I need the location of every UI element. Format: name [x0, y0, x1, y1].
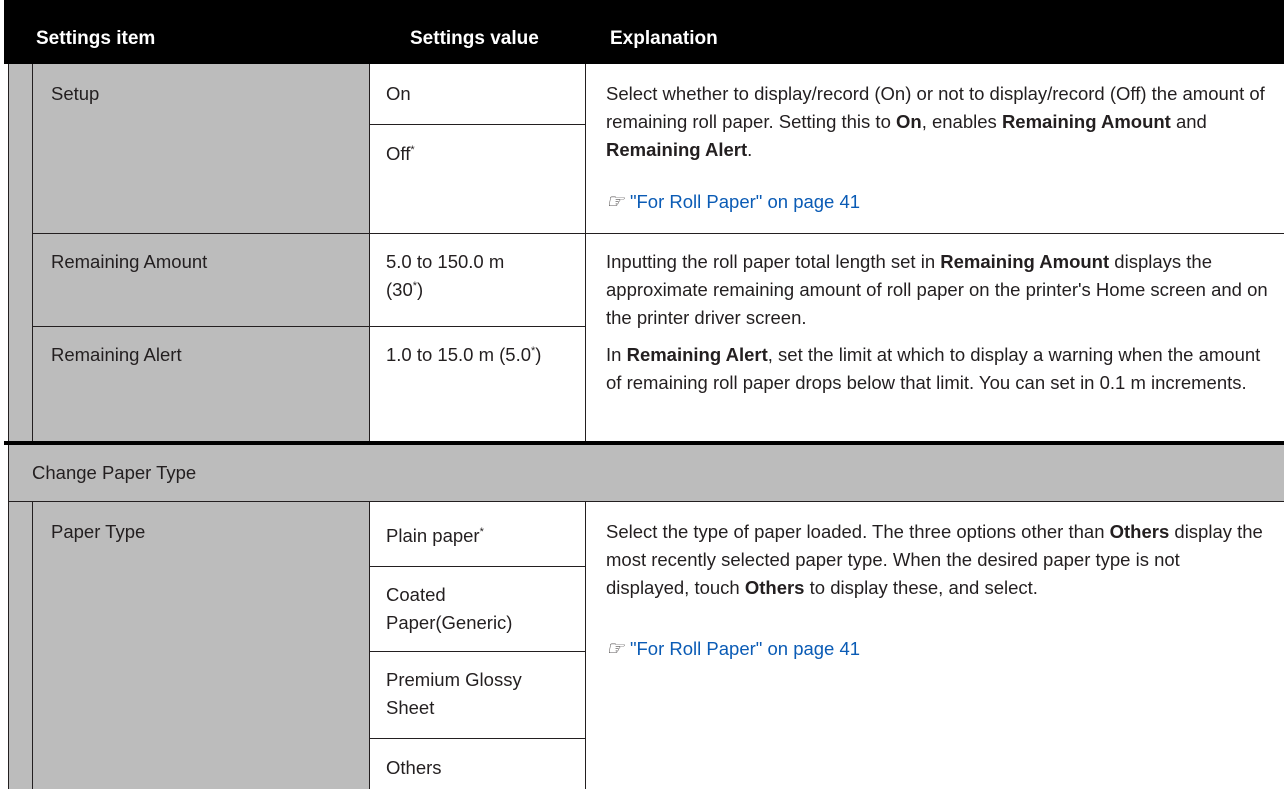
divider: [8, 501, 9, 789]
default-marker: *: [410, 143, 415, 156]
setup-label: Setup: [51, 83, 100, 104]
remaining-alert-explanation: In Remaining Alert, set the limit at whi…: [606, 344, 1261, 393]
indent-bar: [8, 64, 32, 442]
setup-value-on: On: [386, 83, 411, 104]
setup-link[interactable]: ☞ "For Roll Paper" on page 41: [606, 187, 860, 216]
divider: [8, 445, 9, 501]
table-header: Settings item Settings value Explanation: [4, 0, 1284, 64]
divider: [8, 501, 1284, 502]
remaining-amount-value: 5.0 to 150.0 m (30*): [386, 251, 505, 300]
paper-type-value-plain: Plain paper*: [386, 525, 484, 546]
setup-value-off: Off*: [386, 140, 415, 168]
divider: [32, 326, 585, 327]
divider: [369, 501, 370, 789]
divider: [369, 64, 370, 442]
pointing-hand-icon: ☞: [606, 189, 624, 213]
paper-type-explanation: Select the type of paper loaded. The thr…: [606, 521, 1263, 598]
paper-type-value-others: Others: [386, 757, 442, 778]
indent-bar: [8, 501, 32, 789]
divider: [369, 738, 585, 739]
remaining-alert-label: Remaining Alert: [51, 344, 182, 365]
remaining-amount-explanation: Inputting the roll paper total length se…: [606, 251, 1268, 328]
divider: [32, 233, 1284, 234]
divider: [32, 64, 33, 442]
divider: [32, 501, 33, 789]
remaining-amount-label: Remaining Amount: [51, 251, 208, 272]
divider: [585, 64, 586, 442]
header-settings-value: Settings value: [410, 28, 539, 49]
setup-value-off-text: Off: [386, 143, 411, 164]
setup-explanation: Select whether to display/record (On) or…: [606, 83, 1265, 160]
header-settings-item: Settings item: [36, 28, 156, 49]
header-explanation: Explanation: [610, 28, 718, 49]
paper-type-value-premium: Premium Glossy Sheet: [386, 669, 522, 718]
divider: [369, 124, 585, 125]
remaining-alert-value: 1.0 to 15.0 m (5.0*): [386, 344, 542, 365]
group-header-change-paper-type: [8, 445, 1284, 501]
setup-link-text[interactable]: "For Roll Paper" on page 41: [630, 191, 860, 212]
change-paper-type-title: Change Paper Type: [32, 462, 197, 483]
divider: [369, 566, 585, 567]
pointing-hand-icon: ☞: [606, 636, 624, 660]
paper-type-label: Paper Type: [51, 521, 146, 542]
divider: [585, 501, 586, 789]
divider: [8, 64, 9, 442]
paper-type-link[interactable]: ☞ "For Roll Paper" on page 41: [606, 634, 860, 663]
paper-type-value-coated: Coated Paper(Generic): [386, 584, 513, 633]
divider: [369, 651, 585, 652]
paper-type-link-text[interactable]: "For Roll Paper" on page 41: [630, 638, 860, 659]
